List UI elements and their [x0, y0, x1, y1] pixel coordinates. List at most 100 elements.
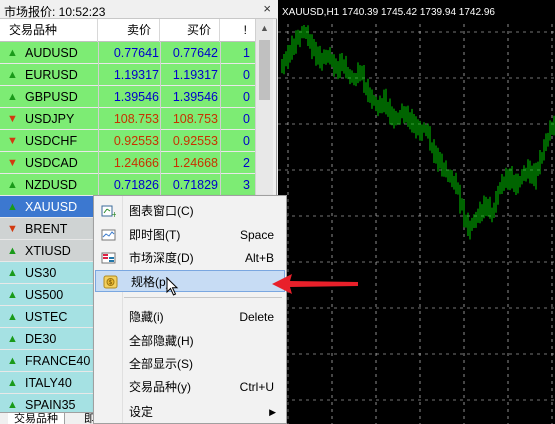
menu-item[interactable]: 交易品种(y) Ctrl+U — [94, 376, 286, 398]
row-ask: 0.71829 — [172, 178, 218, 192]
price-up-icon: ▲ — [7, 377, 18, 389]
price-up-icon: ▲ — [7, 311, 18, 323]
row-spread: 0 — [243, 134, 250, 148]
price-up-icon: ▲ — [7, 333, 18, 345]
chart-window-icon: + — [101, 205, 116, 218]
price-up-icon: ▲ — [7, 179, 18, 191]
chart-title: XAUUSD,H1 1740.39 1745.42 1739.94 1742.9… — [282, 7, 495, 18]
price-up-icon: ▲ — [7, 267, 18, 279]
row-spread: 2 — [243, 156, 250, 170]
row-ask: 1.39546 — [172, 90, 218, 104]
menu-separator — [124, 297, 282, 298]
row-bid: 0.92553 — [113, 134, 159, 148]
svg-text:+: + — [111, 210, 116, 218]
menu-item-label: 全部显示(S) — [129, 357, 193, 371]
price-chart[interactable]: XAUUSD,H1 1740.39 1745.42 1739.94 1742.9… — [278, 0, 555, 424]
row-symbol: FRANCE40 — [25, 354, 91, 368]
column-header-ask[interactable]: 买价 — [160, 19, 220, 42]
row-ask: 0.92553 — [172, 134, 218, 148]
price-down-icon: ▼ — [7, 223, 18, 235]
row-symbol: USTEC — [25, 310, 68, 324]
row-symbol: ITALY40 — [25, 376, 72, 390]
row-bid: 0.71826 — [113, 178, 159, 192]
row-spread: 1 — [243, 46, 250, 60]
row-symbol: GBPUSD — [25, 90, 78, 104]
row-symbol: EURUSD — [25, 68, 78, 82]
price-down-icon: ▼ — [7, 135, 18, 147]
table-row[interactable]: ▼ USDCHF 0.92553 0.92553 0 — [0, 130, 255, 152]
row-bid: 1.39546 — [113, 90, 159, 104]
row-symbol: US30 — [25, 266, 57, 280]
row-symbol: XTIUSD — [25, 244, 71, 258]
svg-text:$: $ — [109, 279, 113, 286]
price-down-icon: ▼ — [7, 157, 18, 169]
mouse-cursor-icon — [166, 277, 179, 296]
tab-symbols[interactable]: 交易品种 — [8, 413, 65, 424]
menu-item[interactable]: + 图表窗口(C) — [94, 200, 286, 222]
menu-item[interactable]: 全部显示(S) — [94, 353, 286, 375]
row-symbol: USDJPY — [25, 112, 75, 126]
row-symbol: BRENT — [25, 222, 68, 236]
market-watch-title: 市场报价: 10:52:23 — [4, 5, 106, 19]
scroll-up-arrow-icon[interactable]: ▲ — [260, 23, 269, 33]
close-icon[interactable]: × — [263, 1, 271, 16]
row-symbol: AUDUSD — [25, 46, 78, 60]
menu-item-label: 隐藏(i) — [129, 310, 164, 324]
specification-icon: $ — [103, 275, 118, 289]
table-row[interactable]: ▲ AUDUSD 0.77641 0.77642 1 — [0, 42, 255, 64]
table-row[interactable]: ▼ USDJPY 108.753 108.753 0 — [0, 108, 255, 130]
row-symbol: XAUUSD — [25, 200, 78, 214]
menu-item-shortcut: Delete — [239, 310, 274, 324]
price-up-icon: ▲ — [7, 399, 18, 411]
row-spread: 0 — [243, 112, 250, 126]
column-header-bid[interactable]: 卖价 — [98, 19, 160, 42]
row-bid: 1.19317 — [113, 68, 159, 82]
price-up-icon: ▲ — [7, 245, 18, 257]
column-header-symbol[interactable]: 交易品种 — [0, 19, 98, 42]
menu-item-label: 市场深度(D) — [129, 251, 194, 265]
annotation-arrow — [272, 274, 358, 294]
menu-item-shortcut: Alt+B — [244, 251, 274, 265]
menu-item-label: 即时图(T) — [129, 228, 181, 242]
menu-item-label: 全部隐藏(H) — [129, 334, 194, 348]
column-header-spread[interactable]: ! — [220, 19, 255, 42]
price-down-icon: ▼ — [7, 113, 18, 125]
row-bid: 108.753 — [113, 112, 159, 126]
menu-item[interactable]: 即时图(T) Space — [94, 224, 286, 246]
table-row[interactable]: ▼ USDCAD 1.24666 1.24668 2 — [0, 152, 255, 174]
table-row[interactable]: ▲ NZDUSD 0.71826 0.71829 3 — [0, 174, 255, 196]
menu-item[interactable]: 设定 ▶ — [94, 401, 286, 423]
row-ask: 1.19317 — [172, 68, 218, 82]
row-bid: 1.24666 — [113, 156, 159, 170]
row-symbol: SPAIN35 — [25, 398, 76, 412]
row-ask: 1.24668 — [172, 156, 218, 170]
table-row[interactable]: ▲ EURUSD 1.19317 1.19317 0 — [0, 64, 255, 86]
price-up-icon: ▲ — [7, 91, 18, 103]
market-watch-title-bar: 市场报价: 10:52:23 × — [0, 0, 277, 19]
menu-item-label: 图表窗口(C) — [129, 204, 194, 218]
menu-item[interactable]: 市场深度(D) Alt+B — [94, 247, 286, 269]
price-up-icon: ▲ — [7, 355, 18, 367]
row-bid: 0.77641 — [113, 46, 159, 60]
price-up-icon: ▲ — [7, 47, 18, 59]
row-spread: 3 — [243, 178, 250, 192]
depth-of-market-icon — [101, 252, 116, 264]
row-symbol: USDCHF — [25, 134, 78, 148]
price-up-icon: ▲ — [7, 69, 18, 81]
chart-canvas — [278, 24, 555, 424]
scrollbar-thumb[interactable] — [259, 40, 270, 100]
price-up-icon: ▲ — [7, 201, 18, 213]
menu-item-label: 设定 — [129, 405, 154, 419]
row-symbol: NZDUSD — [25, 178, 78, 192]
menu-item-label: 规格(p) — [131, 275, 170, 289]
table-row[interactable]: ▲ GBPUSD 1.39546 1.39546 0 — [0, 86, 255, 108]
price-up-icon: ▲ — [7, 289, 18, 301]
menu-item[interactable]: 全部隐藏(H) — [94, 330, 286, 352]
row-symbol: US500 — [25, 288, 64, 302]
menu-item[interactable]: 隐藏(i) Delete — [94, 306, 286, 328]
market-watch-header: 交易品种 卖价 买价 ! — [0, 19, 255, 42]
menu-item-shortcut: Ctrl+U — [239, 380, 274, 394]
row-symbol: USDCAD — [25, 156, 78, 170]
row-symbol: DE30 — [25, 332, 57, 346]
menu-item[interactable]: $ 规格(p) — [95, 270, 285, 292]
